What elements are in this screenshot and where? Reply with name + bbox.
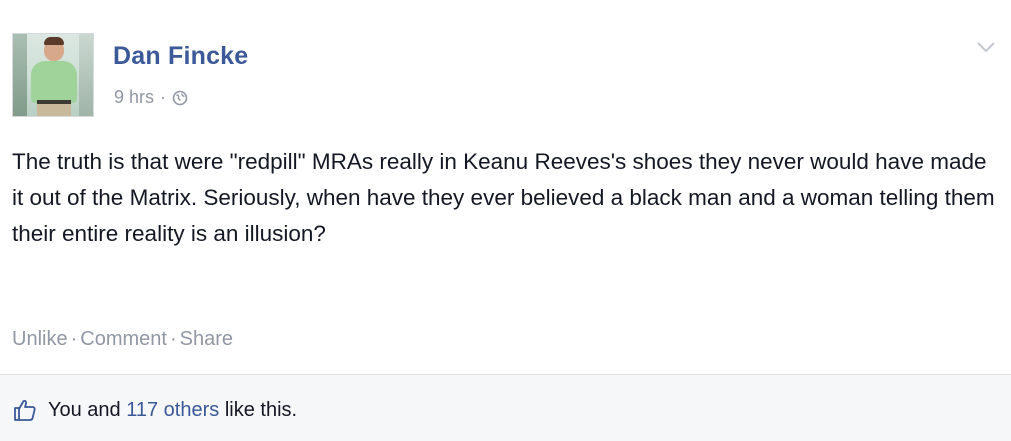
post-meta: 9 hrs · <box>114 87 188 108</box>
facebook-post: Dan Fincke 9 hrs · The truth is that wer… <box>0 0 1011 441</box>
likes-prefix: You and <box>48 399 127 421</box>
avatar[interactable] <box>12 33 94 117</box>
action-separator: · <box>169 328 177 350</box>
post-header: Dan Fincke 9 hrs · <box>12 33 992 119</box>
post-text: The truth is that were "redpill" MRAs re… <box>12 149 995 246</box>
chevron-down-icon[interactable] <box>976 40 996 54</box>
likes-suffix: like this. <box>219 399 298 421</box>
avatar-figure <box>44 37 64 45</box>
meta-separator: · <box>160 87 167 107</box>
unlike-link[interactable]: Unlike <box>12 328 68 350</box>
action-separator: · <box>70 328 78 350</box>
author-name[interactable]: Dan Fincke <box>113 42 248 71</box>
share-link[interactable]: Share <box>180 328 233 350</box>
avatar-background <box>79 34 93 116</box>
comment-link[interactable]: Comment <box>80 328 167 350</box>
post-actions: Unlike · Comment · Share <box>12 328 233 351</box>
avatar-figure <box>37 104 71 116</box>
likes-summary: You and 117 others like this. <box>48 399 297 422</box>
thumbs-up-icon <box>14 399 36 421</box>
avatar-background <box>13 34 27 116</box>
avatar-figure <box>31 61 77 103</box>
likes-bar: You and 117 others like this. <box>0 374 1011 441</box>
globe-icon[interactable] <box>172 90 188 106</box>
post-timestamp[interactable]: 9 hrs <box>114 87 154 108</box>
likes-count-link[interactable]: 117 others <box>126 399 219 421</box>
